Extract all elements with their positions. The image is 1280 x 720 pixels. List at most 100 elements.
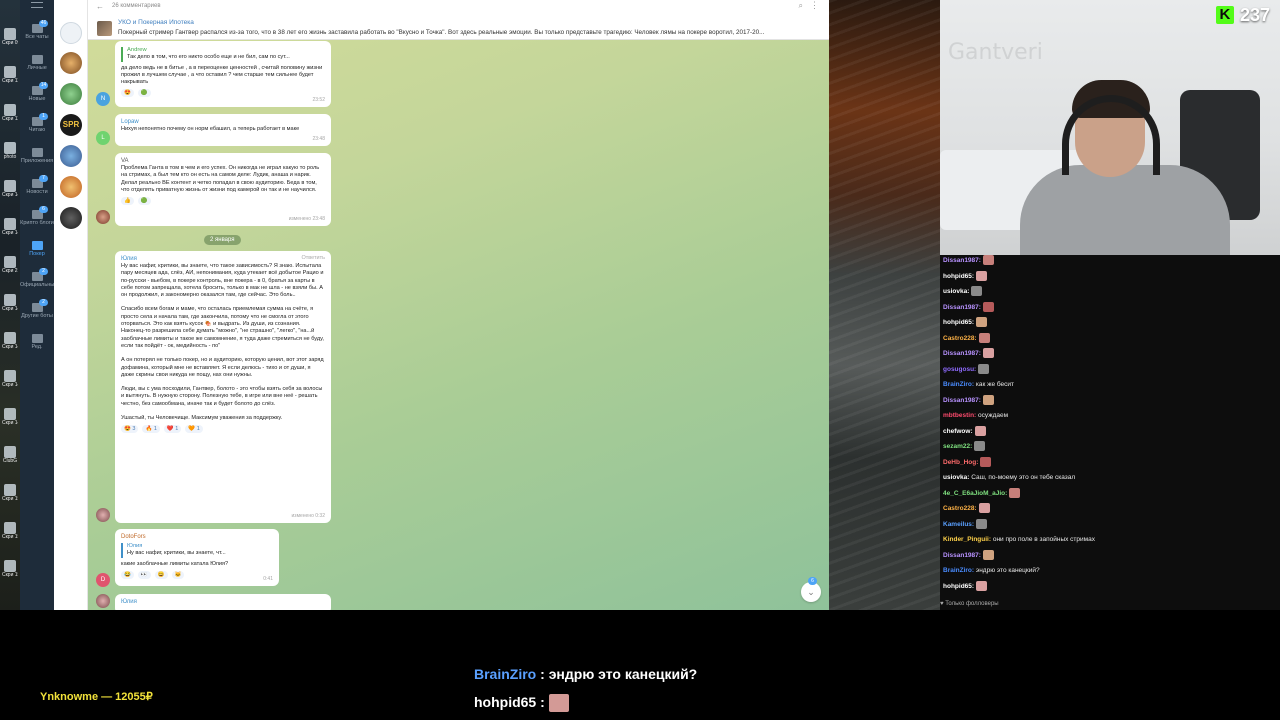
chat-username[interactable]: Dissan1987: xyxy=(943,304,981,311)
chat-username[interactable]: mbtbestin: xyxy=(943,412,976,419)
desktop-file-icon[interactable]: Скри 14-01 xyxy=(2,332,18,360)
message-author[interactable]: Юлия xyxy=(121,255,325,263)
desktop-file-icon[interactable]: Скри 14-01 xyxy=(2,294,18,322)
chat-avatar[interactable] xyxy=(60,22,82,44)
chat-username[interactable]: usiovka: xyxy=(943,474,969,481)
desktop-file-icon[interactable]: Скри 14-01 xyxy=(2,180,18,208)
folder-tab[interactable]: Личные xyxy=(20,51,54,81)
search-icon[interactable]: ⌕ xyxy=(799,1,803,11)
reaction[interactable]: 😄 xyxy=(154,570,168,579)
reaction[interactable]: 👍 xyxy=(121,197,134,206)
chat-username[interactable]: BrainZiro: xyxy=(943,567,974,574)
folder-tab[interactable]: Новости 7 xyxy=(20,175,54,205)
chat-username[interactable]: Dissan1987: xyxy=(943,397,981,404)
reply-quote[interactable]: Andrew Так дело в том, что его никто осо… xyxy=(121,47,325,62)
chat-avatar[interactable] xyxy=(60,83,82,105)
user-avatar[interactable]: D xyxy=(96,573,110,587)
chat-username[interactable]: gosugosu: xyxy=(943,366,976,373)
folder-tab[interactable]: Официальные 2 xyxy=(20,268,57,298)
chat-username[interactable]: DeHb_Hog: xyxy=(943,459,978,466)
user-avatar[interactable]: N xyxy=(96,92,110,106)
chat-username[interactable]: Kinder_Pinguii: xyxy=(943,536,991,543)
user-avatar[interactable]: L xyxy=(96,131,110,145)
chat-username[interactable]: Dissan1987: xyxy=(943,257,981,264)
desktop-file-icon[interactable]: Скри 14-01 xyxy=(2,370,18,398)
chat-username[interactable]: sezam22: xyxy=(943,443,972,450)
reactions: 😍 🟢 xyxy=(121,89,325,98)
desktop-file-icon[interactable]: Скри 14-01 xyxy=(2,408,18,436)
reaction[interactable]: 😍 xyxy=(121,89,134,98)
chat-text: они про поле в запойных стримах xyxy=(992,536,1095,543)
user-avatar[interactable] xyxy=(96,594,110,608)
chat-username[interactable]: hohpid65: xyxy=(943,273,974,280)
reaction[interactable]: 🐱 xyxy=(171,570,185,579)
reaction[interactable]: 👀 xyxy=(137,570,151,579)
chat-username[interactable]: Dissan1987: xyxy=(943,552,981,559)
desktop-file-icon[interactable]: Скри 15-01 xyxy=(2,560,18,588)
reaction[interactable]: 🟢 xyxy=(137,89,151,98)
chat-username[interactable]: Castro228: xyxy=(943,335,977,342)
desktop-file-icon[interactable]: ClubG xyxy=(2,446,18,474)
reaction[interactable]: ❤️ 1 xyxy=(163,425,182,434)
message-author[interactable]: Юлия xyxy=(121,598,325,606)
user-avatar[interactable] xyxy=(96,210,110,224)
desktop-file-icon[interactable]: Скри 15-01 xyxy=(2,522,18,550)
folder-tab[interactable]: Другие боты 2 xyxy=(20,299,54,329)
hamburger-menu-icon[interactable] xyxy=(31,2,43,8)
reply-quote[interactable]: Юлия Ну вас нафиг, критики, вы знаете, ч… xyxy=(121,543,273,558)
message-author[interactable]: Lopaw xyxy=(121,118,325,126)
chat-username[interactable]: hohpid65: xyxy=(943,319,974,326)
reaction[interactable]: 🟢 xyxy=(137,197,151,206)
reaction[interactable]: 🔥 1 xyxy=(142,425,160,434)
pinned-post-bar[interactable]: УКО и Покерная Ипотека Покерный стример … xyxy=(88,16,829,40)
message-bubble[interactable]: Lopaw Нихуя непонятно почему он норм еба… xyxy=(115,114,331,146)
message-bubble[interactable]: Юлия Ответить Ну вас нафиг, критики, вы … xyxy=(115,251,331,523)
reaction[interactable]: 😍 3 xyxy=(121,425,139,434)
desktop-file-icon[interactable]: Скри 11-01 xyxy=(2,66,18,94)
chat-username[interactable]: 4e_C_E6aJioM_aJio: xyxy=(943,490,1007,497)
chat-emote xyxy=(978,363,990,374)
desktop-file-icon[interactable]: Скри 21-18 xyxy=(2,256,18,284)
folder-tab[interactable]: Ред. xyxy=(20,330,54,360)
message-bubble[interactable]: DotoFors Юлия Ну вас нафиг, критики, вы … xyxy=(115,529,279,586)
user-avatar[interactable] xyxy=(96,508,110,522)
chat-avatar[interactable] xyxy=(60,52,82,74)
scroll-down-button[interactable]: ⌄ 6 xyxy=(801,577,821,602)
desktop-file-icon[interactable]: Скри 11-01 xyxy=(2,104,18,132)
reaction[interactable]: 🧡 1 xyxy=(185,425,203,434)
message-time: 23:52 xyxy=(312,96,325,103)
message-bubble[interactable]: VA Проблема Ганта в том в чем и его успе… xyxy=(115,153,331,226)
chat-username[interactable]: Dissan1987: xyxy=(943,350,981,357)
reply-button[interactable]: Ответить xyxy=(301,255,325,262)
chat-username[interactable]: BrainZiro: xyxy=(943,381,974,388)
chat-avatar[interactable] xyxy=(60,207,82,229)
desktop-file-icon[interactable]: photo xyxy=(2,142,18,170)
reaction[interactable]: 😂 xyxy=(121,570,134,579)
message-author[interactable]: DotoFors xyxy=(121,533,273,541)
back-arrow-icon[interactable]: ← xyxy=(96,2,104,11)
chat-avatar[interactable] xyxy=(60,176,82,198)
chat-username[interactable]: Castro228: xyxy=(943,505,977,512)
folder-tab[interactable]: Читаю 1 xyxy=(20,113,54,143)
more-menu-icon[interactable]: ⋮ xyxy=(810,0,819,11)
chat-username[interactable]: chefwow: xyxy=(943,428,973,435)
desktop-file-icon[interactable]: Скри 15-01 xyxy=(2,484,18,512)
folder-tab[interactable]: Новые 14 xyxy=(20,82,54,112)
desktop-file-icon[interactable]: Скри 09-01 xyxy=(2,28,18,56)
message-author[interactable]: VA xyxy=(121,157,325,165)
desktop-file-icon[interactable]: Скри 14-01 xyxy=(2,218,18,246)
stream-bottom-overlay: Ynknowme — 12055₽ BrainZiro : эндрю это … xyxy=(0,610,1280,720)
folder-tab[interactable]: Крипто блоги 6 xyxy=(20,206,54,236)
message-bubble[interactable]: Юлия xyxy=(115,594,331,610)
folder-tab[interactable]: Все чаты 46 xyxy=(20,20,54,50)
folder-tab[interactable]: Приложения xyxy=(20,144,54,174)
chat-message: DeHb_Hog: xyxy=(943,456,992,469)
chat-username[interactable]: hohpid65: xyxy=(943,583,974,590)
folder-icon xyxy=(31,334,43,343)
chat-username[interactable]: usiovka: xyxy=(943,288,969,295)
message-bubble[interactable]: Andrew Так дело в том, что его никто осо… xyxy=(115,41,331,107)
chat-username[interactable]: Kameilus: xyxy=(943,521,974,528)
folder-tab[interactable]: Покер xyxy=(20,237,54,267)
chat-avatar[interactable] xyxy=(60,145,82,167)
chat-avatar[interactable]: SPR xyxy=(60,114,82,136)
